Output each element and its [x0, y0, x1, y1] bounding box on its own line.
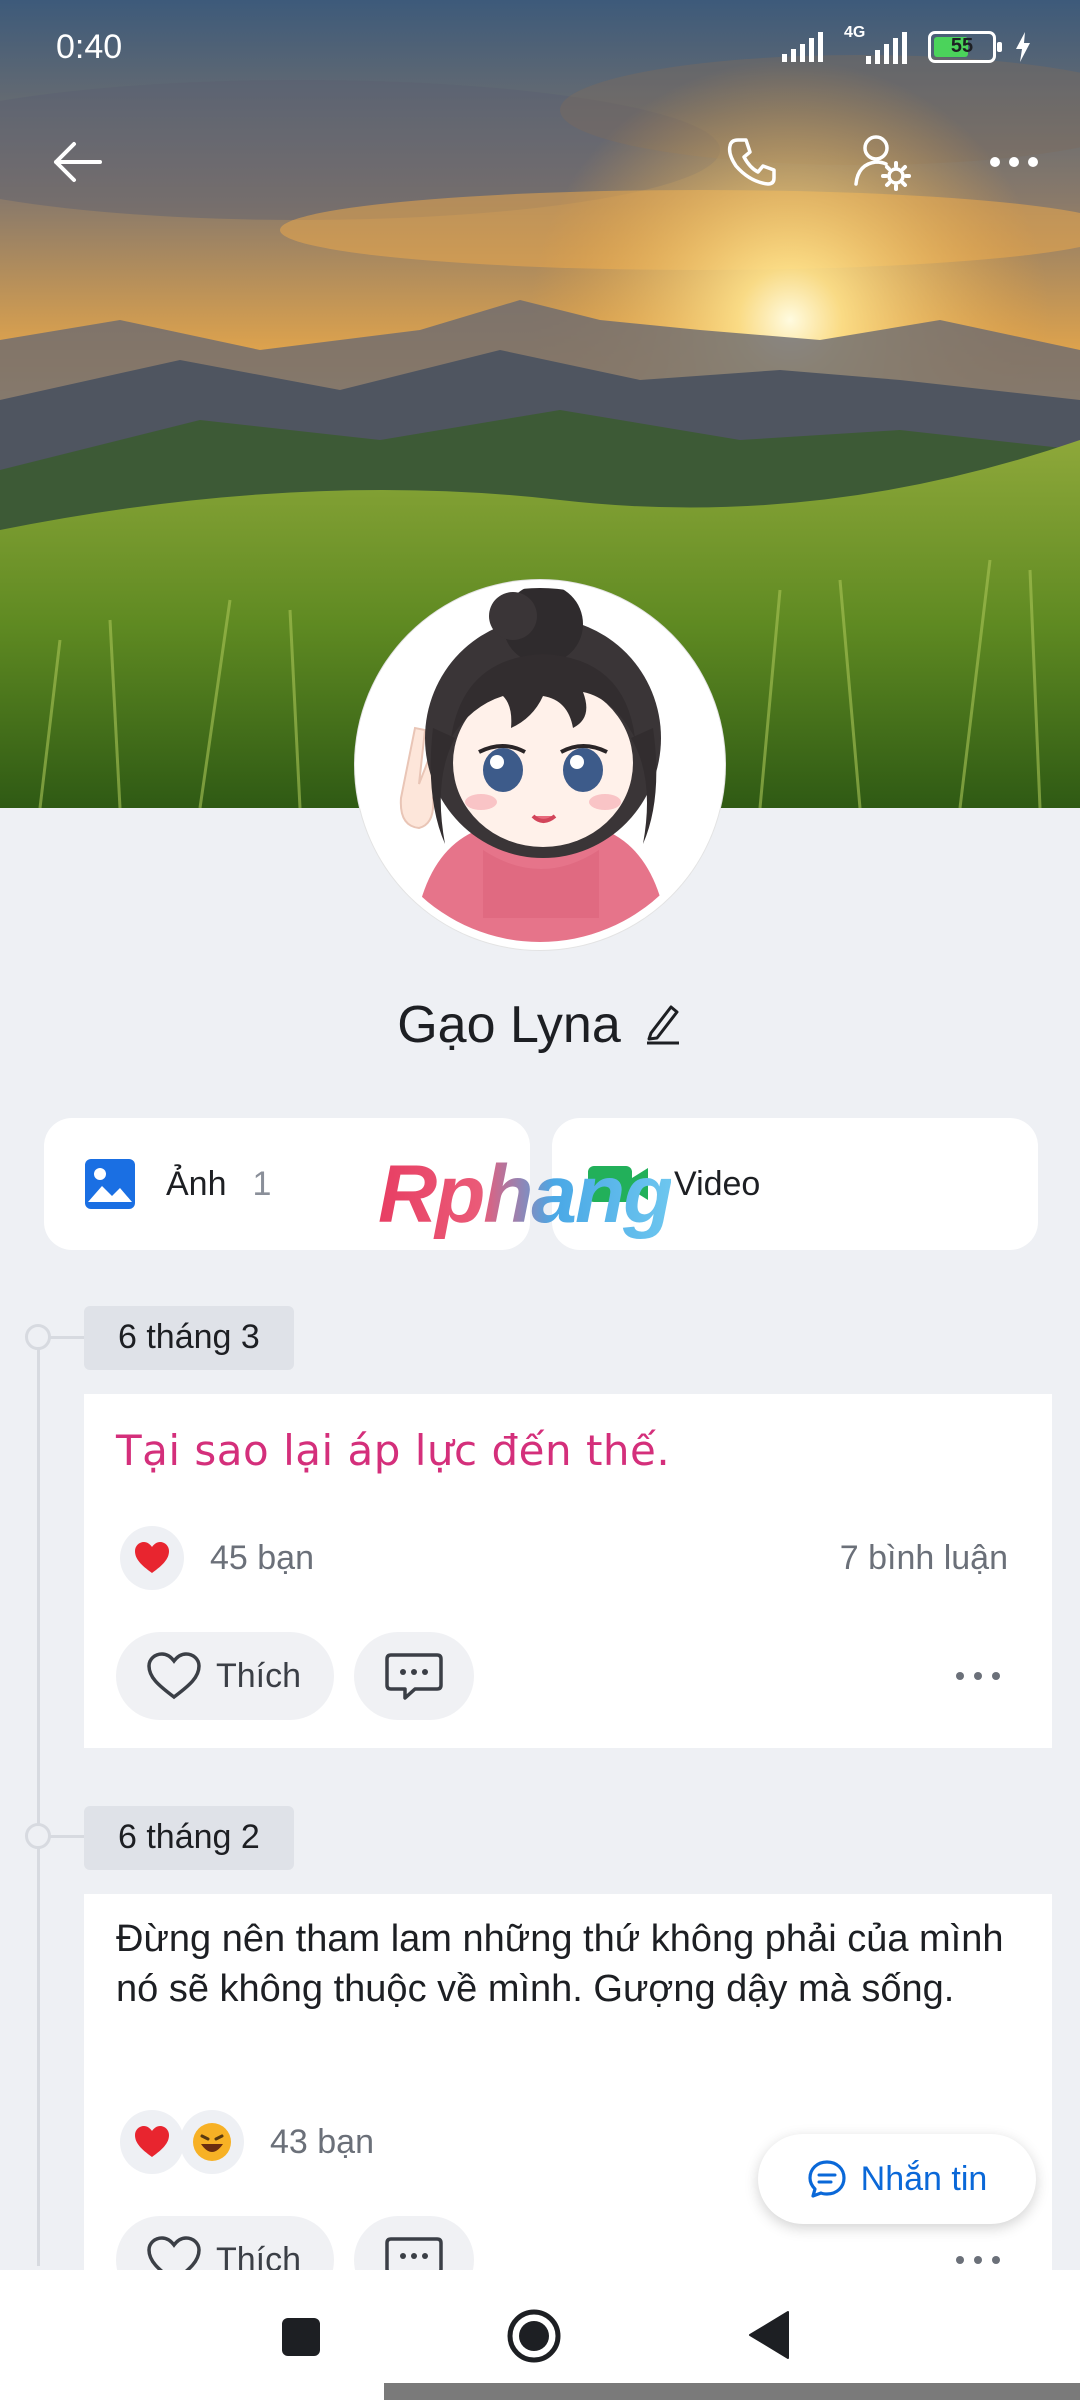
- timeline-tick: [50, 1336, 84, 1339]
- back-arrow-icon: [54, 142, 102, 182]
- post-card[interactable]: Tại sao lại áp lực đến thế. 45 bạn 7 bìn…: [84, 1394, 1052, 1748]
- image-icon: [85, 1159, 135, 1209]
- watermark: Rphang: [378, 1149, 673, 1240]
- profile-settings-button[interactable]: [842, 122, 922, 202]
- chat-icon: [808, 2160, 846, 2198]
- home-indicator: [384, 2383, 1080, 2400]
- square-icon[interactable]: [280, 2316, 322, 2358]
- post-more-icon[interactable]: [954, 2254, 1002, 2266]
- phone-icon: [727, 138, 776, 186]
- signal-icon: [782, 32, 823, 62]
- post-text: Đừng nên tham lam những thứ không phải c…: [116, 1918, 1004, 2010]
- post-date: 6 tháng 3: [84, 1306, 294, 1370]
- edit-name-button[interactable]: [643, 1001, 683, 1050]
- system-nav-bar: [0, 2270, 1080, 2400]
- comment-icon: [385, 1653, 443, 1700]
- heart-icon: [135, 2126, 169, 2157]
- profile-name-row: Gạo Lyna: [0, 995, 1080, 1055]
- status-bar: 0:40 4G 55: [0, 0, 1080, 100]
- user-settings-icon: [854, 135, 911, 191]
- timeline-line: [37, 1336, 40, 2266]
- back-button[interactable]: [36, 122, 116, 202]
- timeline-dot: [25, 1823, 51, 1849]
- post-card[interactable]: Đừng nên tham lam những thứ không phải c…: [84, 1894, 1052, 2314]
- comment-button[interactable]: [354, 1632, 474, 1720]
- videos-label: Video: [674, 1164, 761, 1203]
- timeline-dot: [25, 1324, 51, 1350]
- avatar[interactable]: [355, 580, 725, 950]
- heart-outline-icon: [147, 1652, 201, 1700]
- battery-icon: 55: [928, 31, 1002, 63]
- post-more-icon[interactable]: [954, 1670, 1002, 1682]
- like-button[interactable]: Thích: [116, 1632, 334, 1720]
- triangle-back-icon[interactable]: [748, 2310, 790, 2360]
- charging-icon: [1016, 32, 1030, 62]
- reaction-count[interactable]: 43 bạn: [270, 2123, 374, 2162]
- more-icon: [990, 157, 1038, 167]
- reaction-haha[interactable]: [180, 2110, 244, 2174]
- network-signal-icon: 4G: [844, 24, 910, 64]
- call-button[interactable]: [712, 122, 792, 202]
- photos-count: 1: [252, 1164, 272, 1203]
- status-time: 0:40: [56, 28, 123, 66]
- message-button[interactable]: Nhắn tin: [758, 2134, 1036, 2224]
- more-button[interactable]: [974, 122, 1054, 202]
- post-text: Tại sao lại áp lực đến thế.: [116, 1426, 671, 1475]
- reaction-heart[interactable]: [120, 2110, 184, 2174]
- reaction-count[interactable]: 45 bạn: [210, 1539, 314, 1578]
- like-label: Thích: [216, 1656, 302, 1695]
- message-label: Nhắn tin: [860, 2159, 988, 2198]
- timeline-tick: [50, 1835, 84, 1838]
- edit-icon: [646, 1005, 679, 1044]
- reaction-heart[interactable]: [120, 1526, 184, 1590]
- heart-icon: [135, 1542, 169, 1573]
- haha-icon: [193, 2123, 231, 2161]
- profile-name: Gạo Lyna: [397, 996, 621, 1054]
- post-date: 6 tháng 2: [84, 1806, 294, 1870]
- photos-label: Ảnh: [166, 1164, 227, 1203]
- circle-icon[interactable]: [506, 2308, 562, 2364]
- comment-count[interactable]: 7 bình luận: [840, 1539, 1008, 1578]
